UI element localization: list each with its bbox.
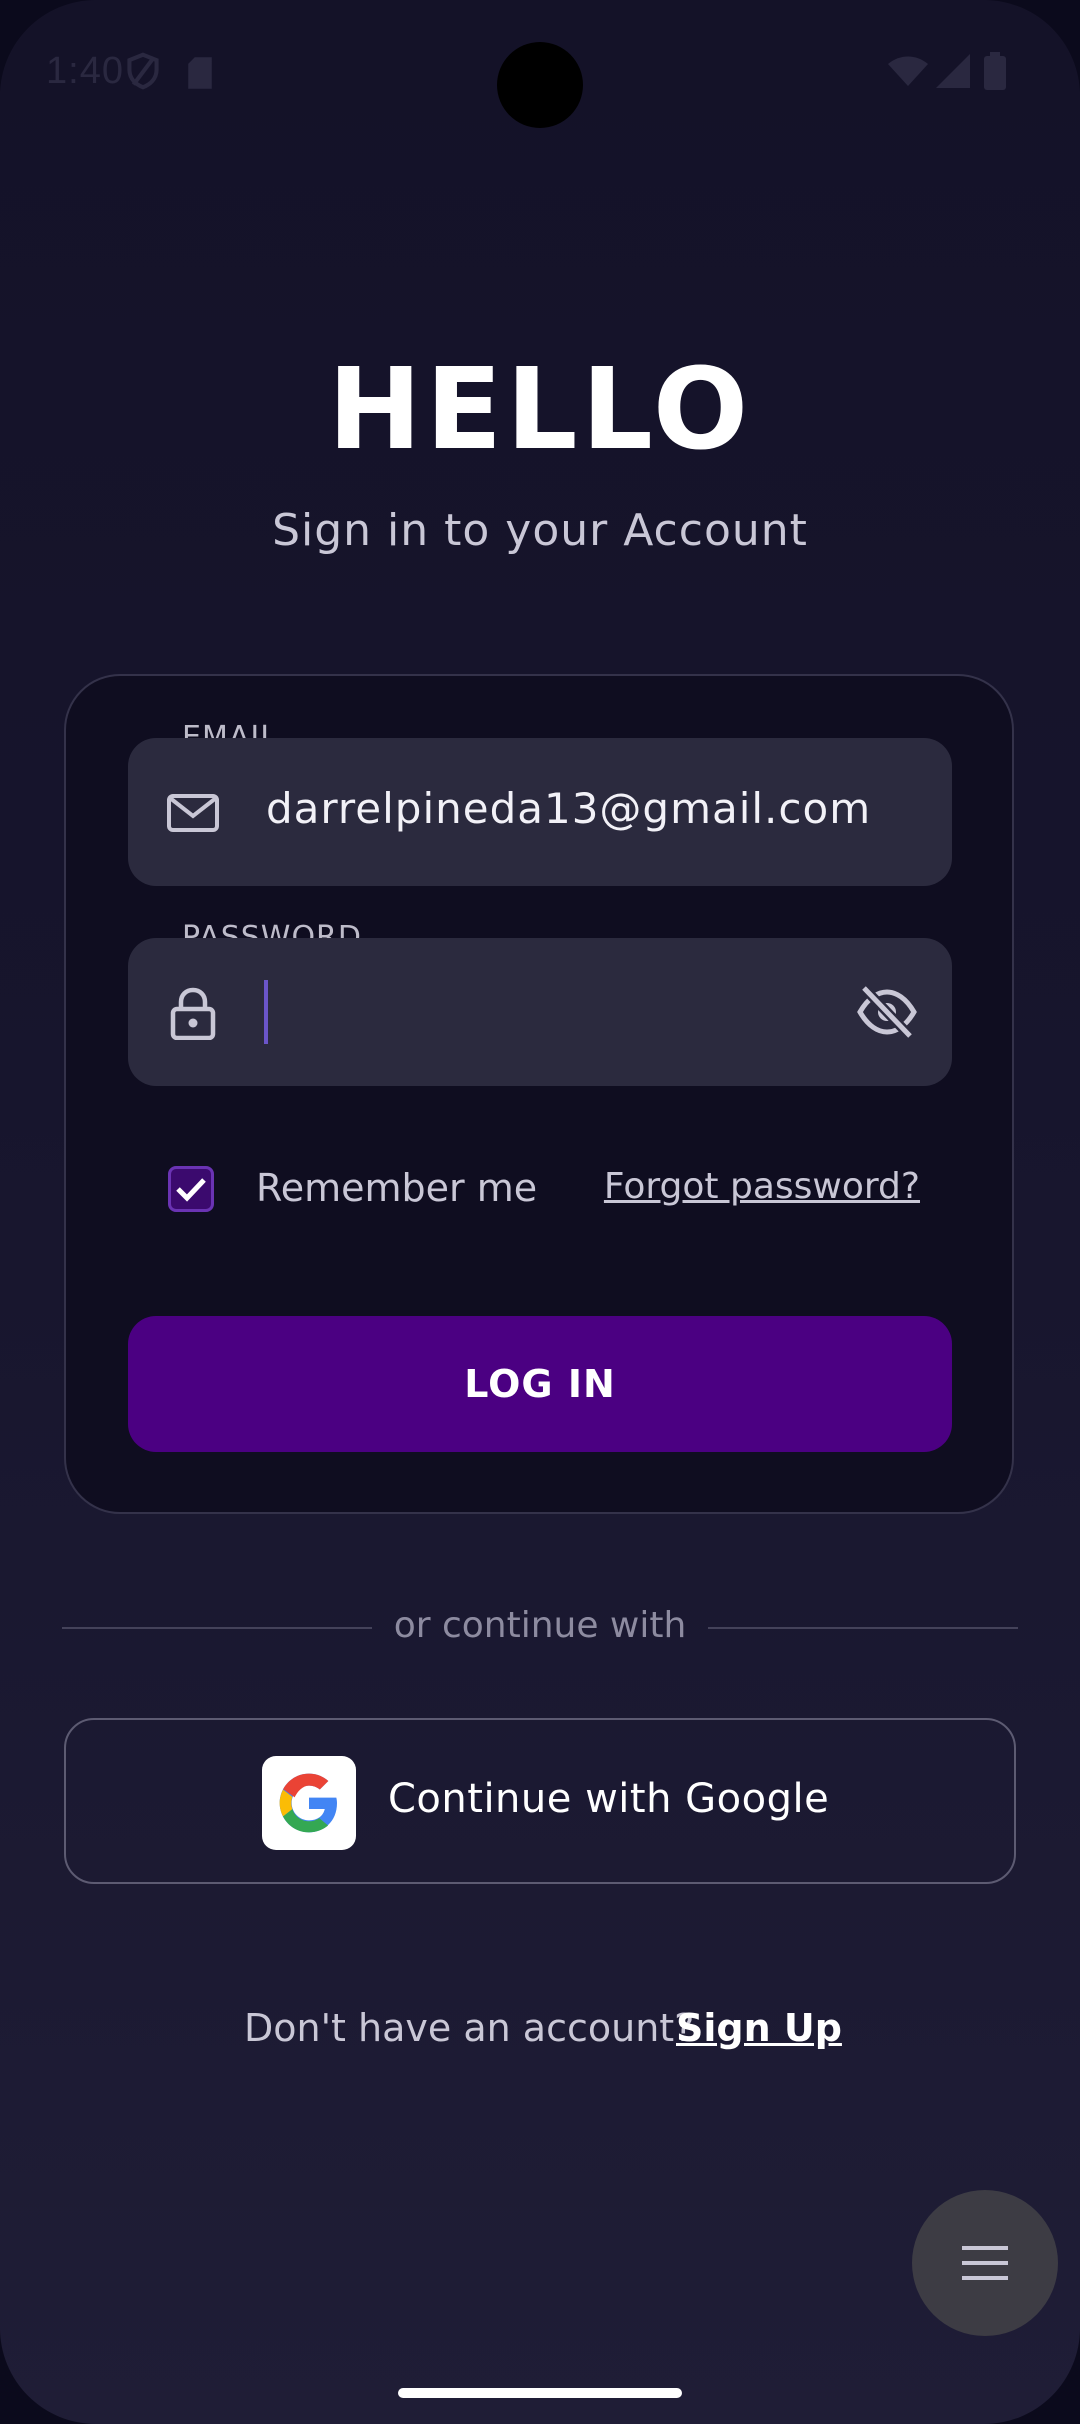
wifi-icon [888, 56, 928, 86]
signup-link[interactable]: Sign Up [676, 2006, 842, 2050]
signal-icon [936, 54, 970, 88]
google-button-label: Continue with Google [388, 1776, 830, 1822]
google-logo-container [262, 1756, 356, 1850]
page-title: HELLO [327, 345, 753, 475]
page-subtitle: Sign in to your Account [272, 505, 808, 556]
hamburger-menu-icon [962, 2246, 1008, 2280]
shield-icon [127, 52, 159, 90]
google-signin-button[interactable]: Continue with Google [64, 1718, 1016, 1884]
checkmark-icon [176, 1178, 206, 1202]
eye-off-icon[interactable] [856, 982, 918, 1042]
menu-fab[interactable] [912, 2190, 1058, 2336]
login-button[interactable]: LOG IN [128, 1316, 952, 1452]
divider-right [708, 1627, 1018, 1629]
mail-icon [167, 794, 219, 832]
home-indicator[interactable] [398, 2388, 682, 2398]
text-cursor [264, 980, 268, 1044]
divider-text: or continue with [393, 1605, 687, 1646]
forgot-password-link[interactable]: Forgot password? [604, 1166, 920, 1207]
signup-prompt: Don't have an account? [244, 2006, 695, 2050]
password-field[interactable] [128, 938, 952, 1086]
email-value: darrelpineda13@gmail.com [266, 784, 872, 833]
status-time: 1:40 [46, 50, 124, 92]
lock-icon [170, 987, 216, 1040]
front-camera [497, 42, 583, 128]
sim-card-icon [188, 57, 212, 89]
google-logo-icon [279, 1773, 337, 1833]
status-bar: 1:40 [0, 0, 1080, 140]
email-field[interactable]: darrelpineda13@gmail.com [128, 738, 952, 886]
login-screen: 1:40 HELLO Sign in to your Account EMAIL… [0, 0, 1080, 2424]
battery-icon [984, 52, 1006, 90]
remember-me-label: Remember me [256, 1166, 538, 1210]
remember-me-checkbox[interactable] [168, 1166, 214, 1212]
